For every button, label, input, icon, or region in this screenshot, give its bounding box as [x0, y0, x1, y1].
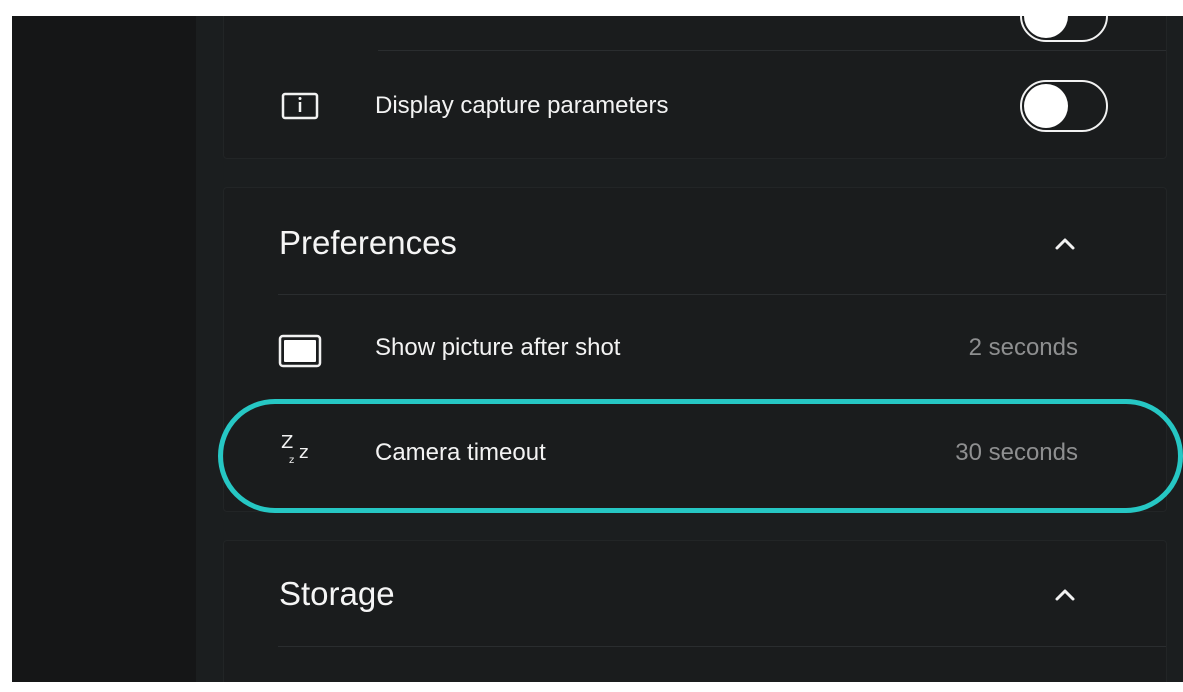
- chevron-up-icon[interactable]: [1050, 229, 1080, 259]
- toggle-knob: [1024, 16, 1068, 38]
- camera-timeout-label: Camera timeout: [375, 439, 546, 466]
- show-picture-after-shot-value: 2 seconds: [968, 334, 1078, 361]
- preferences-divider: [278, 294, 1166, 295]
- picture-frame-icon: [278, 334, 322, 368]
- camera-timeout-value: 30 seconds: [955, 439, 1078, 466]
- camera-timeout-row[interactable]: Z z z Camera timeout 30 seconds: [12, 432, 1183, 476]
- show-picture-after-shot-label: Show picture after shot: [375, 334, 621, 361]
- chevron-up-icon[interactable]: [1050, 580, 1080, 610]
- previous-setting-toggle[interactable]: [1020, 16, 1108, 42]
- info-frame-icon: [278, 89, 322, 123]
- show-picture-after-shot-row[interactable]: Show picture after shot 2 seconds: [12, 331, 1183, 371]
- camera-settings-screen: Display capture parameters Preferences S…: [12, 16, 1183, 682]
- storage-title: Storage: [279, 575, 395, 612]
- zz-symbol: Z z z: [281, 432, 309, 466]
- preferences-title: Preferences: [279, 224, 457, 261]
- display-capture-parameters-label: Display capture parameters: [375, 92, 669, 119]
- sleep-zz-icon: Z z z: [278, 432, 322, 470]
- display-capture-parameters-row[interactable]: Display capture parameters: [12, 84, 1183, 128]
- storage-divider: [278, 646, 1166, 647]
- toggle-knob: [1024, 84, 1068, 128]
- display-capture-parameters-toggle[interactable]: [1020, 80, 1108, 132]
- top-divider: [378, 50, 1166, 51]
